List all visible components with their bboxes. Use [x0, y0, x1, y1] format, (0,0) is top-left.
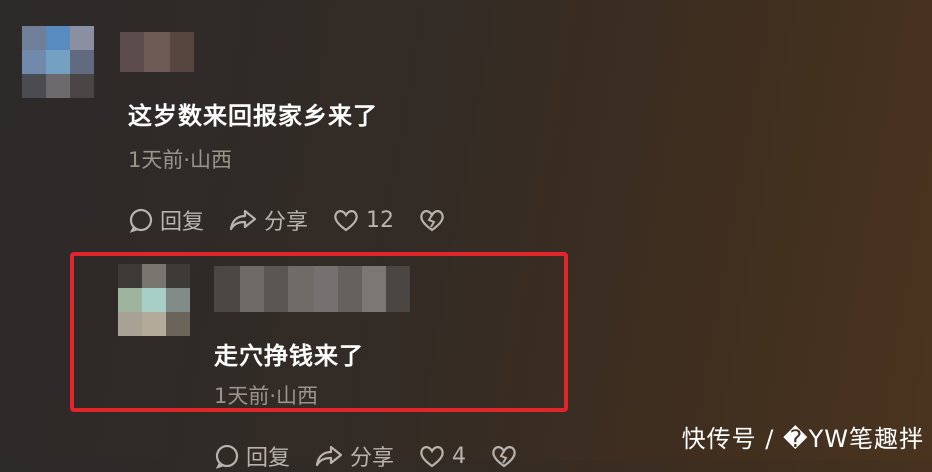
share-button[interactable]: 分享: [314, 440, 394, 472]
share-label: 分享: [264, 210, 309, 235]
reply-label: 回复: [246, 446, 291, 471]
comment-actions: 回复 分享 12: [128, 204, 476, 236]
share-button[interactable]: 分享: [228, 204, 308, 236]
like-button[interactable]: 12: [332, 207, 394, 233]
comment-text: 走穴挣钱来了: [214, 342, 364, 370]
reply-label: 回复: [160, 210, 205, 235]
like-count: 12: [366, 207, 395, 233]
comment-meta: 1天前·山西: [214, 384, 319, 408]
username-blurred[interactable]: [214, 266, 410, 312]
comment-icon: [215, 444, 239, 469]
comment-icon: [129, 208, 153, 233]
dislike-button[interactable]: [490, 443, 524, 469]
watermark-text: 快传号 / �YW笔趣拌: [681, 425, 924, 453]
share-icon: [229, 209, 257, 231]
like-count: 4: [452, 443, 467, 469]
comment-actions: 回复 分享 4: [214, 440, 548, 472]
heart-icon: [420, 446, 444, 468]
avatar[interactable]: [118, 264, 190, 336]
like-button[interactable]: 4: [418, 443, 466, 469]
reply-button[interactable]: 回复: [214, 440, 290, 472]
broken-heart-icon: [420, 210, 444, 232]
heart-icon: [334, 210, 358, 232]
comment-text: 这岁数来回报家乡来了: [128, 102, 378, 130]
share-label: 分享: [350, 446, 395, 471]
share-icon: [315, 445, 343, 467]
dislike-button[interactable]: [418, 207, 452, 233]
comment-meta: 1天前·山西: [128, 148, 233, 172]
avatar[interactable]: [22, 26, 94, 98]
reply-button[interactable]: 回复: [128, 204, 204, 236]
broken-heart-icon: [492, 446, 516, 468]
username-blurred[interactable]: [120, 32, 194, 72]
